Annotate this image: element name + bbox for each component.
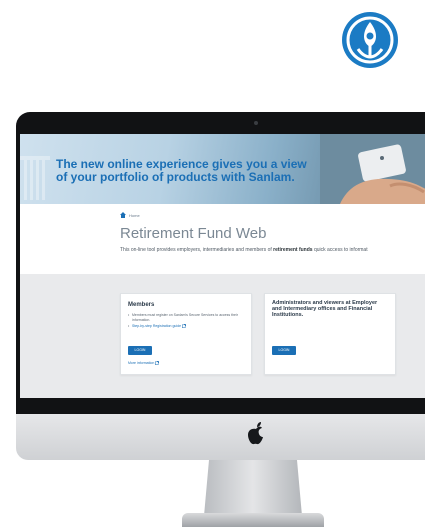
more-information-label[interactable]: More information bbox=[128, 361, 154, 365]
members-login-button[interactable]: LOGIN bbox=[128, 346, 152, 355]
monitor-stand-base bbox=[182, 513, 324, 527]
monitor-bezel-bottom bbox=[16, 398, 425, 414]
website-screen: The new online experience gives you a vi… bbox=[20, 134, 425, 398]
members-info-list: Members must register on Sanlam's Secure… bbox=[128, 313, 246, 331]
camera-icon bbox=[254, 121, 258, 125]
more-information-link[interactable]: More information bbox=[128, 361, 160, 366]
list-item[interactable]: Step-by-step Registration guide bbox=[128, 324, 246, 329]
breadcrumb[interactable]: Home bbox=[120, 212, 140, 218]
monitor-chin bbox=[16, 414, 425, 460]
members-card: Members Members must register on Sanlam'… bbox=[120, 293, 252, 375]
members-card-title: Members bbox=[128, 302, 155, 308]
page: The new online experience gives you a vi… bbox=[0, 0, 425, 527]
registration-guide-link[interactable]: Step-by-step Registration guide bbox=[132, 324, 181, 328]
external-link-icon bbox=[182, 324, 186, 329]
administrators-login-button[interactable]: LOGIN bbox=[272, 346, 296, 355]
breadcrumb-home-label[interactable]: Home bbox=[129, 213, 140, 218]
home-icon bbox=[120, 212, 126, 218]
apple-logo-icon bbox=[248, 422, 263, 445]
page-intro-suffix: quick access to informat bbox=[312, 247, 368, 253]
imac-monitor: The new online experience gives you a vi… bbox=[16, 112, 425, 460]
page-intro-bold: retirement funds bbox=[273, 247, 313, 253]
list-item: Members must register on Sanlam's Secure… bbox=[128, 313, 246, 322]
page-intro-prefix: This on-line tool provides employers, in… bbox=[120, 247, 274, 253]
sanlam-logo-icon bbox=[342, 12, 398, 68]
page-intro: This on-line tool provides employers, in… bbox=[120, 247, 368, 253]
administrators-card-title: Administrators and viewers at Employer a… bbox=[272, 300, 378, 318]
hand-holding-phone-image bbox=[320, 134, 425, 204]
monitor-bezel-top bbox=[16, 112, 425, 134]
hero-banner: The new online experience gives you a vi… bbox=[20, 134, 425, 204]
hero-headline: The new online experience gives you a vi… bbox=[56, 158, 316, 184]
hero-headline-line2: of your portfolio of products with Sanla… bbox=[56, 170, 295, 184]
administrators-card: Administrators and viewers at Employer a… bbox=[264, 293, 396, 375]
external-link-icon bbox=[155, 361, 160, 366]
page-title: Retirement Fund Web bbox=[120, 225, 267, 242]
